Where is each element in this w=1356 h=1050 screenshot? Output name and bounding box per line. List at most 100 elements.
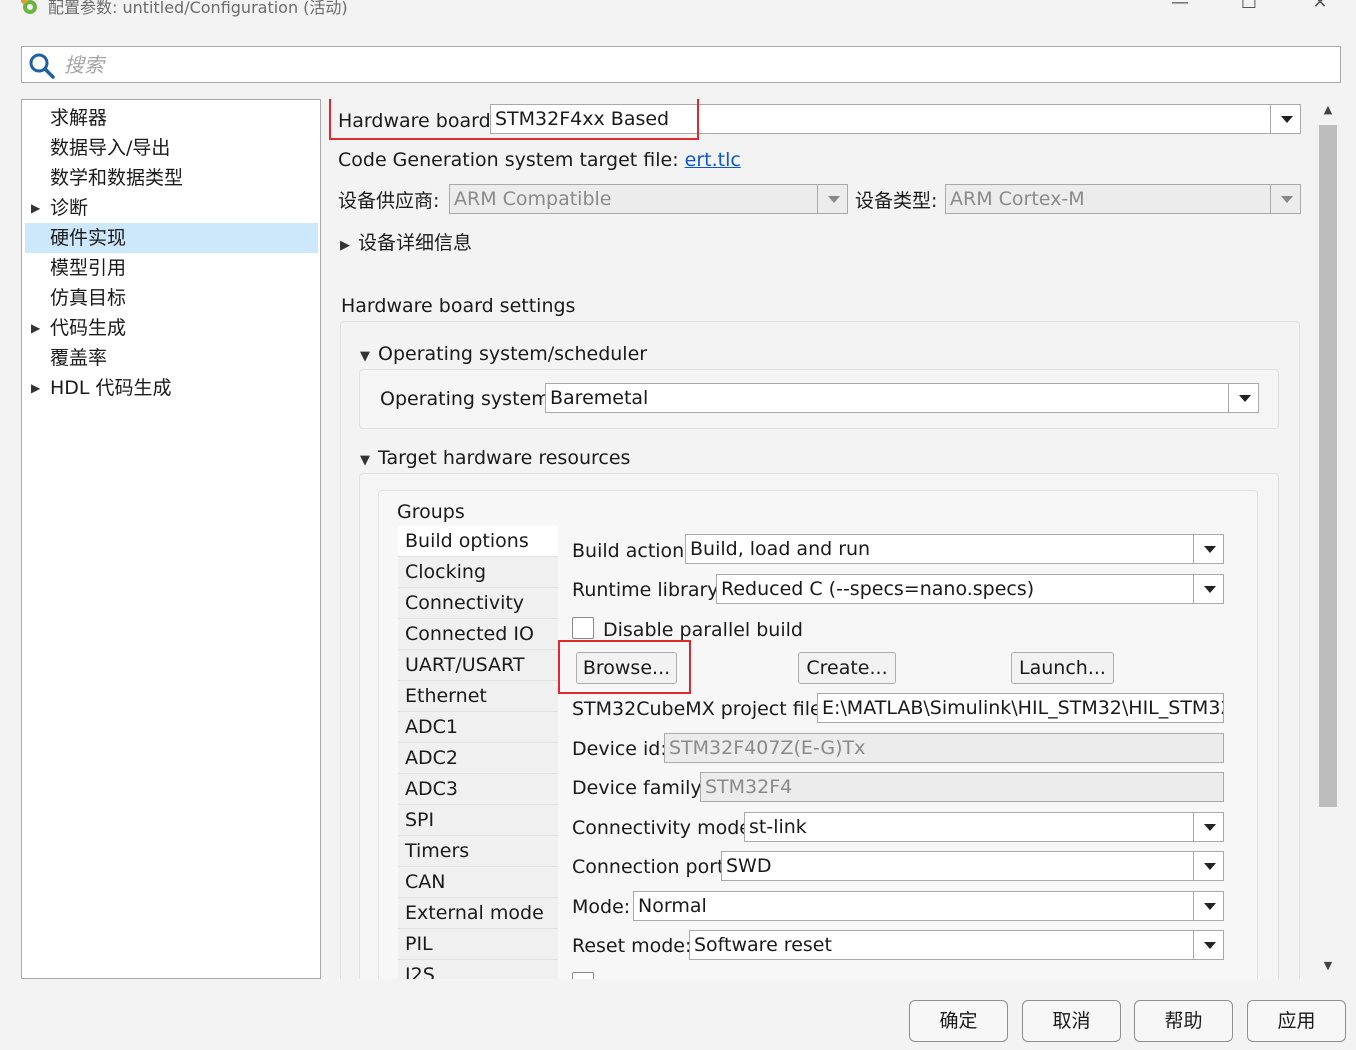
chevron-down-icon xyxy=(1270,185,1300,213)
maximize-button[interactable]: ☐ xyxy=(1229,0,1269,20)
create-button[interactable]: Create... xyxy=(798,652,896,684)
codegen-target-label: Code Generation system target file: ert.… xyxy=(338,149,741,171)
operating-system-dropdown[interactable]: Baremetal xyxy=(545,383,1259,413)
cubemx-file-input[interactable]: E:\MATLAB\Simulink\HIL_STM32\HIL_STM32 xyxy=(817,693,1224,723)
build-action-label: Build action: xyxy=(572,540,691,562)
device-id-label: Device id: xyxy=(572,738,667,760)
group-connectivity[interactable]: Connectivity xyxy=(398,588,558,619)
ert-tlc-link[interactable]: ert.tlc xyxy=(685,149,741,171)
simulink-gear-icon xyxy=(21,0,37,14)
board-settings-title: Hardware board settings xyxy=(341,295,576,317)
collapse-triangle-icon: ▼ xyxy=(360,453,370,468)
nav-item-solver[interactable]: 求解器 xyxy=(25,103,318,133)
cubemx-file-label: STM32CubeMX project file: xyxy=(572,698,829,720)
chevron-down-icon[interactable] xyxy=(1270,105,1300,133)
groups-label: Groups xyxy=(397,501,465,523)
title-bar: 配置参数: untitled/Configuration (活动) — ☐ ✕ xyxy=(0,0,1356,30)
window-title: 配置参数: untitled/Configuration (活动) xyxy=(48,0,348,17)
connection-port-label: Connection port: xyxy=(572,856,731,878)
group-pil[interactable]: PIL xyxy=(398,929,558,960)
chevron-down-icon[interactable] xyxy=(1193,813,1223,841)
scrollbar-thumb[interactable] xyxy=(1319,125,1337,807)
vertical-scrollbar[interactable]: ▲ ▼ xyxy=(1316,99,1340,979)
device-details-expander[interactable]: ▶ 设备详细信息 xyxy=(340,231,472,258)
nav-item-hardware-implementation[interactable]: 硬件实现 xyxy=(25,223,318,253)
group-adc2[interactable]: ADC2 xyxy=(398,743,558,774)
chevron-down-icon[interactable] xyxy=(1193,575,1223,603)
group-ethernet[interactable]: Ethernet xyxy=(398,681,558,712)
hardware-board-dropdown[interactable]: STM32F4xx Based xyxy=(490,104,1301,134)
reset-mode-label: Reset mode: xyxy=(572,935,692,957)
close-button[interactable]: ✕ xyxy=(1300,0,1340,20)
nav-item-diagnostics[interactable]: ▶ 诊断 xyxy=(25,193,318,223)
apply-button[interactable]: 应用 xyxy=(1247,1000,1346,1042)
minimize-button[interactable]: — xyxy=(1160,0,1200,20)
expand-triangle-icon[interactable]: ▶ xyxy=(31,193,40,223)
connectivity-mode-dropdown[interactable]: st-link xyxy=(744,812,1224,842)
nav-item-hdl-code-generation[interactable]: ▶ HDL 代码生成 xyxy=(25,373,318,403)
device-family-label: Device family: xyxy=(572,777,707,799)
chevron-down-icon[interactable] xyxy=(1193,931,1223,959)
group-connected-io[interactable]: Connected IO xyxy=(398,619,558,650)
help-button[interactable]: 帮助 xyxy=(1134,1000,1233,1042)
scroll-up-icon[interactable]: ▲ xyxy=(1316,99,1340,121)
chevron-down-icon[interactable] xyxy=(1193,852,1223,880)
group-can[interactable]: CAN xyxy=(398,867,558,898)
group-uart-usart[interactable]: UART/USART xyxy=(398,650,558,681)
nav-item-data-import-export[interactable]: 数据导入/导出 xyxy=(25,133,318,163)
device-family-field: STM32F4 xyxy=(700,772,1224,802)
device-id-field: STM32F407Z(E-G)Tx xyxy=(664,733,1224,763)
groups-list: Build options Clocking Connectivity Conn… xyxy=(398,526,558,979)
chevron-down-icon xyxy=(817,185,847,213)
chevron-down-icon[interactable] xyxy=(1228,384,1258,412)
expand-triangle-icon[interactable]: ▶ xyxy=(31,313,40,343)
group-timers[interactable]: Timers xyxy=(398,836,558,867)
scroll-down-icon[interactable]: ▼ xyxy=(1316,955,1340,977)
search-box[interactable] xyxy=(21,46,1341,83)
operating-system-label: Operating system: xyxy=(380,388,557,410)
search-icon xyxy=(29,53,55,79)
settings-content: Hardware board: STM32F4xx Based Code Gen… xyxy=(328,99,1314,979)
nav-item-math-data-types[interactable]: 数学和数据类型 xyxy=(25,163,318,193)
connection-port-dropdown[interactable]: SWD xyxy=(721,851,1224,881)
chevron-down-icon[interactable] xyxy=(1193,892,1223,920)
ok-button[interactable]: 确定 xyxy=(909,1000,1008,1042)
mode-label: Mode: xyxy=(572,896,631,918)
device-vendor-label: 设备供应商: xyxy=(338,190,440,212)
cancel-button[interactable]: 取消 xyxy=(1022,1000,1121,1042)
group-spi[interactable]: SPI xyxy=(398,805,558,836)
nav-item-simulation-target[interactable]: 仿真目标 xyxy=(25,283,318,313)
device-vendor-dropdown: ARM Compatible xyxy=(449,184,848,214)
expand-triangle-icon[interactable]: ▶ xyxy=(31,373,40,403)
group-adc1[interactable]: ADC1 xyxy=(398,712,558,743)
group-clocking[interactable]: Clocking xyxy=(398,557,558,588)
hardware-board-label: Hardware board: xyxy=(338,110,498,132)
group-adc3[interactable]: ADC3 xyxy=(398,774,558,805)
device-type-label: 设备类型: xyxy=(855,190,938,212)
mode-dropdown[interactable]: Normal xyxy=(633,891,1224,921)
runtime-library-dropdown[interactable]: Reduced C (--specs=nano.specs) xyxy=(716,574,1224,604)
target-resources-header[interactable]: ▼ Target hardware resources xyxy=(360,446,630,473)
reset-mode-dropdown[interactable]: Software reset xyxy=(689,930,1224,960)
browse-button[interactable]: Browse... xyxy=(576,652,677,684)
group-build-options[interactable]: Build options xyxy=(398,526,558,557)
runtime-library-label: Runtime library: xyxy=(572,579,724,601)
build-action-dropdown[interactable]: Build, load and run xyxy=(685,534,1224,564)
category-tree: 求解器 数据导入/导出 数学和数据类型 ▶ 诊断 硬件实现 模型引用 仿真目标 ▶… xyxy=(21,99,321,979)
group-i2s[interactable]: I2S xyxy=(398,960,558,979)
search-input[interactable] xyxy=(62,50,1332,79)
group-external-mode[interactable]: External mode xyxy=(398,898,558,929)
nav-item-model-referencing[interactable]: 模型引用 xyxy=(25,253,318,283)
disable-parallel-build-label: Disable parallel build xyxy=(603,619,803,641)
chevron-down-icon[interactable] xyxy=(1193,535,1223,563)
disable-parallel-build-checkbox[interactable] xyxy=(572,617,594,639)
os-section-header[interactable]: ▼ Operating system/scheduler xyxy=(360,342,647,369)
collapse-triangle-icon: ▼ xyxy=(360,349,370,364)
device-type-dropdown: ARM Cortex-M xyxy=(945,184,1301,214)
connectivity-mode-label: Connectivity mode: xyxy=(572,817,758,839)
nav-item-code-generation[interactable]: ▶ 代码生成 xyxy=(25,313,318,343)
partial-checkbox[interactable] xyxy=(572,972,594,979)
expand-triangle-icon: ▶ xyxy=(340,238,350,253)
launch-button[interactable]: Launch... xyxy=(1011,652,1114,684)
nav-item-coverage[interactable]: 覆盖率 xyxy=(25,343,318,373)
